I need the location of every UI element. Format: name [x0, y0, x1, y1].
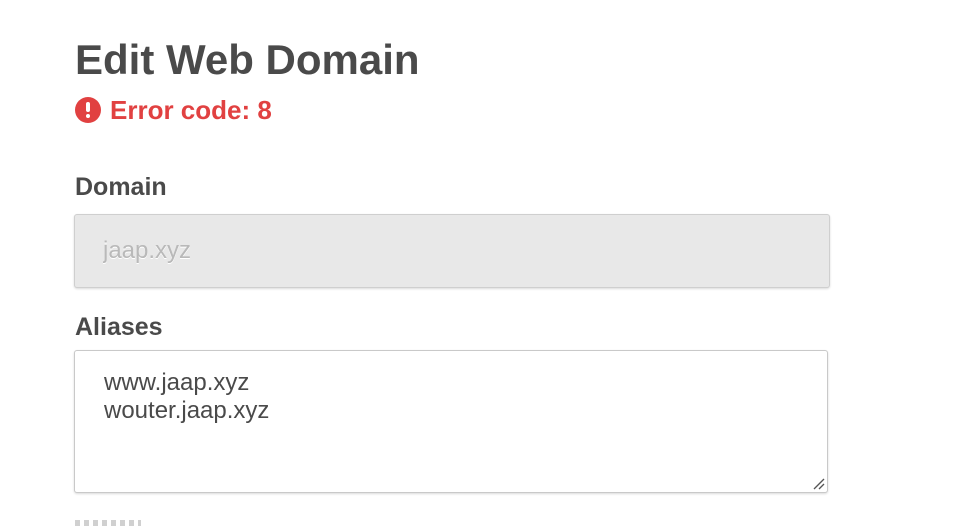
domain-label: Domain — [75, 173, 167, 201]
domain-field[interactable] — [74, 214, 830, 288]
error-text: Error code: 8 — [110, 95, 272, 125]
aliases-textarea[interactable]: www.jaap.xyz wouter.jaap.xyz — [74, 350, 828, 493]
next-field-label-partial — [75, 514, 155, 526]
exclamation-circle-icon — [75, 97, 101, 123]
aliases-label: Aliases — [75, 313, 163, 341]
edit-web-domain-page: Edit Web Domain Error code: 8 Domain Ali… — [0, 0, 960, 526]
resize-handle-icon[interactable] — [811, 476, 825, 490]
alias-line: www.jaap.xyz — [104, 369, 250, 396]
page-title: Edit Web Domain — [75, 36, 420, 83]
alias-line: wouter.jaap.xyz — [104, 397, 270, 424]
error-message: Error code: 8 — [75, 96, 272, 124]
